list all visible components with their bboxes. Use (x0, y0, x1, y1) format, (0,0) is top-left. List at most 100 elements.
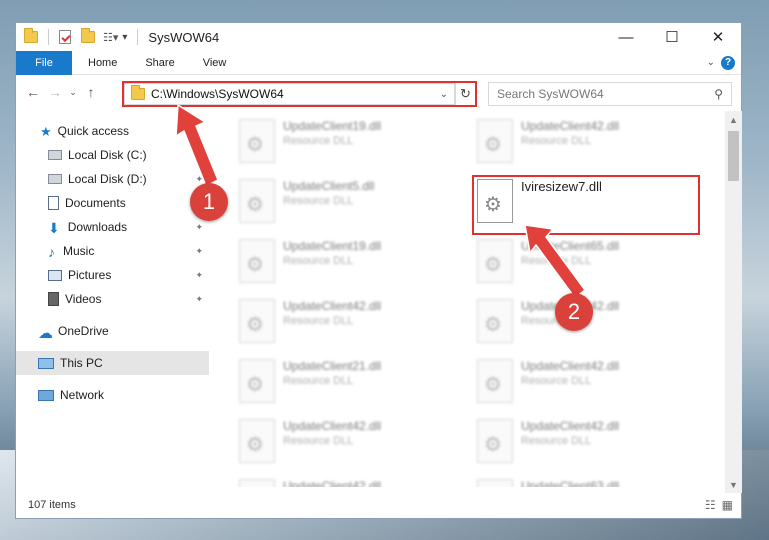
list-item[interactable]: UpdateClient65.dll Resource DLL (477, 239, 707, 295)
sidebar-item-label: Downloads (67, 220, 128, 234)
file-name: UpdateClient19.dll (283, 239, 382, 253)
file-name: UpdateClient21.dll (283, 359, 382, 373)
properties-icon[interactable] (59, 30, 71, 44)
pin-icon: ✦ (195, 269, 203, 280)
dll-file-icon (239, 239, 275, 283)
tab-share[interactable]: Share (131, 51, 188, 75)
sidebar-item-quick-access[interactable]: ★ Quick access (16, 119, 209, 143)
dll-file-icon (239, 419, 275, 463)
file-type: Resource DLL (283, 135, 354, 147)
customize-icon[interactable]: ☷▾ (103, 31, 118, 44)
list-item[interactable]: UpdateClient42.dllResource DLL (239, 479, 469, 487)
pin-icon: ✦ (195, 293, 203, 304)
details-view-icon[interactable]: ☷ (705, 498, 716, 512)
new-folder-icon[interactable] (81, 28, 95, 43)
pin-icon: ✦ (195, 221, 203, 232)
file-type: Resource DLL (283, 315, 354, 327)
forward-button[interactable]: → (44, 81, 66, 103)
file-name: UpdateClient42.dll (521, 359, 620, 373)
dll-file-icon (477, 359, 513, 403)
drive-icon (48, 174, 62, 184)
video-icon (48, 292, 59, 306)
file-type: Resource DLL (283, 255, 354, 267)
tab-home[interactable]: Home (72, 51, 131, 75)
sidebar-item-onedrive[interactable]: ☁ OneDrive (16, 319, 209, 343)
list-item[interactable]: UpdateClient42.dllResource DLL (239, 299, 469, 355)
dll-file-icon (477, 419, 513, 463)
search-icon: ⚲ (714, 87, 723, 101)
sidebar-item-label: Pictures (68, 268, 112, 282)
navigation-pane: ★ Quick access Local Disk (C:) Local Dis… (16, 111, 209, 491)
list-item[interactable]: UpdateClient42.dllResource DLL (477, 359, 707, 415)
up-button[interactable]: ↑ (80, 81, 102, 103)
sidebar-item-label: Network (60, 388, 105, 402)
sidebar-item-label: Quick access (57, 124, 130, 138)
tab-file[interactable]: File (16, 50, 72, 75)
dll-file-icon (239, 119, 275, 163)
sidebar-item-network[interactable]: Network (16, 383, 209, 407)
sidebar-item-local-disk-c[interactable]: Local Disk (C:) (16, 143, 209, 167)
music-icon: ♪ (48, 244, 55, 260)
scroll-thumb[interactable] (728, 131, 739, 181)
list-item[interactable]: UpdateClient19.dll Resource DLL (239, 239, 469, 295)
step-badge-2: 2 (555, 293, 593, 331)
sidebar-item-label: OneDrive (58, 324, 109, 338)
star-icon: ★ (40, 124, 52, 139)
search-input[interactable]: Search SysWOW64 ⚲ (488, 82, 732, 106)
file-name: UpdateClient42.dll (521, 119, 620, 133)
sidebar-item-local-disk-d[interactable]: Local Disk (D:) ✦ (16, 167, 209, 191)
tab-view[interactable]: View (189, 51, 241, 75)
folder-icon[interactable] (24, 28, 38, 43)
scroll-up-icon[interactable]: ▲ (725, 111, 742, 128)
document-icon (48, 196, 59, 210)
list-item[interactable]: UpdateClient63.dllResource DLL (477, 479, 707, 487)
large-icons-view-icon[interactable]: ▦ (722, 498, 733, 512)
explorer-window: ☷▾ ▾ SysWOW64 — ☐ ✕ File Home Share View… (15, 22, 742, 519)
file-name: UpdateClient65.dll (521, 239, 620, 253)
maximize-button[interactable]: ☐ (649, 23, 695, 51)
sidebar-item-downloads[interactable]: ⬇ Downloads ✦ (16, 215, 209, 239)
minimize-button[interactable]: — (603, 23, 649, 51)
download-icon: ⬇ (48, 220, 60, 236)
recent-locations-button[interactable]: ⌄ (66, 81, 80, 103)
list-item[interactable]: UpdateClient19.dll Resource DLL (239, 119, 469, 175)
scroll-down-icon[interactable]: ▼ (725, 476, 742, 493)
address-dropdown-icon[interactable]: ⌄ (440, 89, 454, 100)
sidebar-item-label: Local Disk (D:) (68, 172, 147, 186)
list-item[interactable]: UpdateClient42.dllResource DLL (477, 119, 707, 175)
dll-file-icon (477, 299, 513, 343)
file-type: Resource DLL (521, 435, 592, 447)
address-bar[interactable]: C:\Windows\SysWOW64 ⌄ ↻ (122, 81, 477, 107)
refresh-button[interactable]: ↻ (455, 83, 475, 105)
sidebar-item-videos[interactable]: Videos ✦ (16, 287, 209, 311)
file-name: UpdateClient5.dll (283, 179, 375, 193)
sidebar-item-documents[interactable]: Documents ✦ (16, 191, 209, 215)
item-count: 107 items (28, 499, 76, 511)
list-item[interactable]: UpdateClient5.dll Resource DLL (239, 179, 469, 235)
file-name: UpdateClient19.dll (283, 119, 382, 133)
address-path[interactable]: C:\Windows\SysWOW64 (151, 87, 284, 101)
step-badge-1: 1 (190, 183, 228, 221)
file-highlight-box (472, 175, 700, 235)
list-item[interactable]: UpdateClient42.dllResource DLL (477, 419, 707, 475)
file-type: Resource DLL (283, 375, 354, 387)
sidebar-item-label: This PC (60, 356, 103, 370)
file-list: UpdateClient19.dll Resource DLL UpdateCli… (219, 111, 725, 487)
help-icon[interactable]: ? (721, 55, 735, 70)
folder-icon (131, 85, 145, 100)
dropdown-icon[interactable]: ▾ (122, 32, 127, 43)
dll-file-icon (239, 299, 275, 343)
back-button[interactable]: ← (22, 81, 44, 103)
sidebar-item-pictures[interactable]: Pictures ✦ (16, 263, 209, 287)
list-item[interactable]: UpdateClient21.dll Resource DLL (239, 359, 469, 415)
status-bar: 107 items ☷ ▦ (16, 492, 743, 518)
vertical-scrollbar[interactable]: ▲ ▼ (725, 111, 742, 493)
picture-icon (48, 269, 62, 281)
sidebar-item-this-pc[interactable]: This PC (16, 351, 209, 375)
list-item[interactable]: UpdateClient42.dllResource DLL (239, 419, 469, 475)
close-button[interactable]: ✕ (695, 23, 741, 51)
sidebar-item-label: Documents (65, 196, 126, 210)
expand-ribbon-icon[interactable]: ⌄ (707, 57, 715, 68)
ribbon: File Home Share View ⌄ ? (16, 50, 741, 75)
sidebar-item-music[interactable]: ♪ Music ✦ (16, 239, 209, 263)
